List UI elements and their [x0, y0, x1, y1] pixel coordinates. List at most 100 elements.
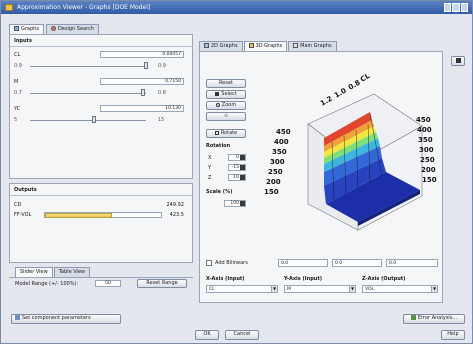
top-tick: 1.0: [333, 87, 348, 100]
input-name: YC: [14, 106, 21, 112]
rotation-z-label: Z: [208, 175, 212, 181]
top-axis-label: CL: [359, 72, 372, 84]
graph-tab-bar: 2D Graphs 3D Graphs Main Graphs: [199, 41, 337, 51]
divider: [9, 277, 193, 278]
y-axis-select[interactable]: M ▼: [284, 285, 356, 293]
rotate-icon: [214, 131, 219, 135]
tab-table-view[interactable]: Table View: [53, 267, 91, 277]
surface-plot[interactable]: 450 400 350 300 250 200 150 450 400 350 …: [262, 54, 442, 234]
right-tick: 450: [416, 116, 431, 124]
output-bar-fill: [45, 213, 113, 218]
tab-2d-graphs[interactable]: 2D Graphs: [199, 41, 243, 51]
graph-options-button[interactable]: [451, 56, 465, 66]
pan-button[interactable]: ⊕: [206, 112, 246, 121]
scale-heading: Scale (%): [206, 189, 233, 195]
input-value-field[interactable]: 10.130: [100, 105, 184, 112]
left-tick: 150: [264, 188, 279, 196]
top-tick: 0.8: [347, 79, 362, 92]
input-slider-track[interactable]: [30, 120, 146, 121]
top-tab-bar: Graphs Design Search: [9, 24, 99, 34]
z-readout: 0.0: [386, 259, 438, 267]
app-icon: [5, 4, 13, 11]
output-name: CD: [14, 202, 22, 208]
inputs-panel: Inputs CL 0.00057 0.9 0.9 M 0.7150 0.7 0…: [9, 34, 193, 179]
x-axis-label: X-Axis (Input): [206, 276, 245, 282]
divider: [10, 46, 192, 47]
error-analysis-button[interactable]: Error Analysis...: [403, 314, 465, 324]
reset-range-button[interactable]: Reset Range: [137, 279, 187, 288]
left-tick: 350: [272, 148, 287, 156]
right-tick: 150: [422, 176, 437, 184]
cancel-button[interactable]: Cancel: [225, 330, 259, 340]
x-readout: 0.0: [278, 259, 328, 267]
ok-button[interactable]: OK: [195, 330, 219, 340]
rotation-z-spinner[interactable]: 10: [228, 174, 246, 181]
rotate-button[interactable]: Rotate: [206, 129, 246, 138]
graph-panel: Reset Select Zoom ⊕ Rotate Rotation X 0 …: [199, 51, 443, 303]
tab-design-search[interactable]: Design Search: [45, 24, 99, 34]
output-bar-track: [44, 212, 162, 218]
search-icon: [50, 26, 56, 31]
add-bilinears-label: Add Bilinears: [215, 260, 248, 266]
view-tab-bar: Slider View Table View: [15, 267, 91, 277]
outputs-heading: Outputs: [14, 187, 37, 193]
right-tick: 300: [419, 146, 434, 154]
outputs-panel: Outputs CD 249.92 FF-VOL 423.5: [9, 183, 193, 263]
set-component-parameters-button[interactable]: Set component parameters: [11, 314, 121, 324]
add-bilinears-checkbox[interactable]: [206, 260, 212, 266]
tab-3d-graphs[interactable]: 3D Graphs: [243, 41, 288, 51]
tab-main-graphs[interactable]: Main Graphs: [288, 41, 337, 51]
title-bar: Approximation Viewer - Graphs [DOE Model…: [1, 1, 472, 14]
scale-spinner[interactable]: 100: [224, 200, 246, 207]
approximation-viewer-window: Approximation Viewer - Graphs [DOE Model…: [0, 0, 473, 344]
input-slider-track[interactable]: [30, 93, 146, 94]
input-max-label: 0.9: [158, 63, 166, 69]
help-button[interactable]: Help: [441, 330, 465, 340]
right-tick: 350: [418, 136, 433, 144]
reset-button[interactable]: Reset: [206, 79, 246, 88]
chevron-down-icon: ▼: [431, 286, 437, 292]
close-button[interactable]: [460, 3, 468, 12]
input-value-field[interactable]: 0.7150: [100, 78, 184, 85]
input-slider-thumb[interactable]: [92, 116, 96, 123]
parameters-icon: [15, 315, 20, 320]
rotation-x-spinner[interactable]: 0: [228, 154, 246, 161]
maximize-button[interactable]: [452, 3, 460, 12]
input-max-label: 15: [158, 117, 165, 123]
input-slider-track[interactable]: [30, 66, 146, 67]
x-axis-select[interactable]: CL ▼: [206, 285, 278, 293]
input-min-label: 0.7: [14, 90, 22, 96]
graph-icon: [14, 26, 19, 31]
z-axis-select[interactable]: VOL ▼: [362, 285, 438, 293]
left-axis-ticks: 450 400 350 300 250 200 150: [264, 128, 291, 196]
divider: [10, 195, 192, 196]
chevron-down-icon: ▼: [349, 286, 355, 292]
model-range-field[interactable]: 50: [95, 280, 121, 287]
rotation-y-spinner[interactable]: -15: [228, 164, 246, 171]
input-min-label: 0.9: [14, 63, 22, 69]
graph-2d-icon: [204, 43, 209, 48]
zoom-button[interactable]: Zoom: [206, 101, 246, 110]
y-readout: 0.0: [332, 259, 382, 267]
input-slider-thumb[interactable]: [141, 89, 145, 96]
left-tick: 300: [270, 158, 285, 166]
left-tick: 400: [274, 138, 289, 146]
top-tick: 1.2: [319, 95, 334, 108]
tab-slider-view[interactable]: Slider View: [15, 267, 53, 277]
zoom-icon: [215, 103, 220, 107]
right-tick: 400: [417, 126, 432, 134]
right-tick: 200: [421, 166, 436, 174]
z-axis-label: Z-Axis (Output): [362, 276, 406, 282]
pan-icon: ⊕: [223, 113, 229, 119]
graph-main-icon: [293, 43, 299, 48]
minimize-button[interactable]: [444, 3, 452, 12]
rotation-y-label: Y: [208, 165, 212, 171]
graph-3d-icon: [248, 43, 254, 48]
input-slider-thumb[interactable]: [144, 62, 148, 69]
tab-graphs[interactable]: Graphs: [9, 24, 44, 34]
left-tick: 250: [268, 168, 283, 176]
select-button[interactable]: Select: [206, 90, 246, 99]
input-value-field[interactable]: 0.00057: [100, 51, 184, 58]
grid-icon: [455, 58, 461, 63]
pointer-icon: [215, 92, 220, 96]
